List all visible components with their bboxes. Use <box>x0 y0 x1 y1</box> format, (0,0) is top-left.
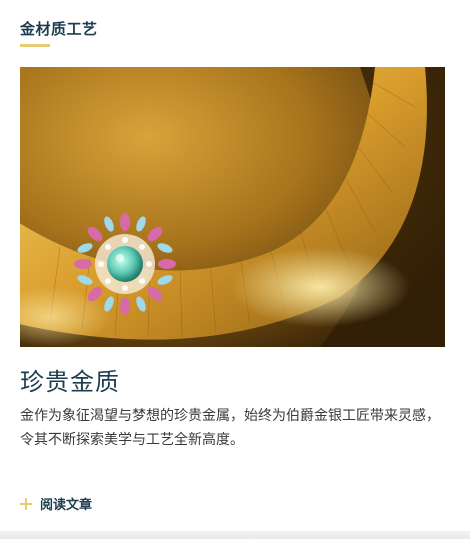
hero-image[interactable] <box>20 67 445 347</box>
article-description: 金作为象征渴望与梦想的珍贵金属，始终为伯爵金银工匠带来灵感，令其不断探索美学与工… <box>20 408 440 448</box>
read-article-link[interactable]: 阅读文章 <box>20 494 92 513</box>
read-article-label: 阅读文章 <box>40 498 93 513</box>
article-card: 金材质工艺 珍贵金质 金作为象征渴望与梦想的珍贵金属，始终为伯爵金银工匠带来灵感… <box>0 0 470 539</box>
plus-icon <box>20 497 32 510</box>
section-title: 金材质工艺 <box>20 20 98 38</box>
card-bottom-edge <box>0 531 470 539</box>
article-headline: 珍贵金质 <box>20 368 120 396</box>
title-underline <box>20 44 50 47</box>
